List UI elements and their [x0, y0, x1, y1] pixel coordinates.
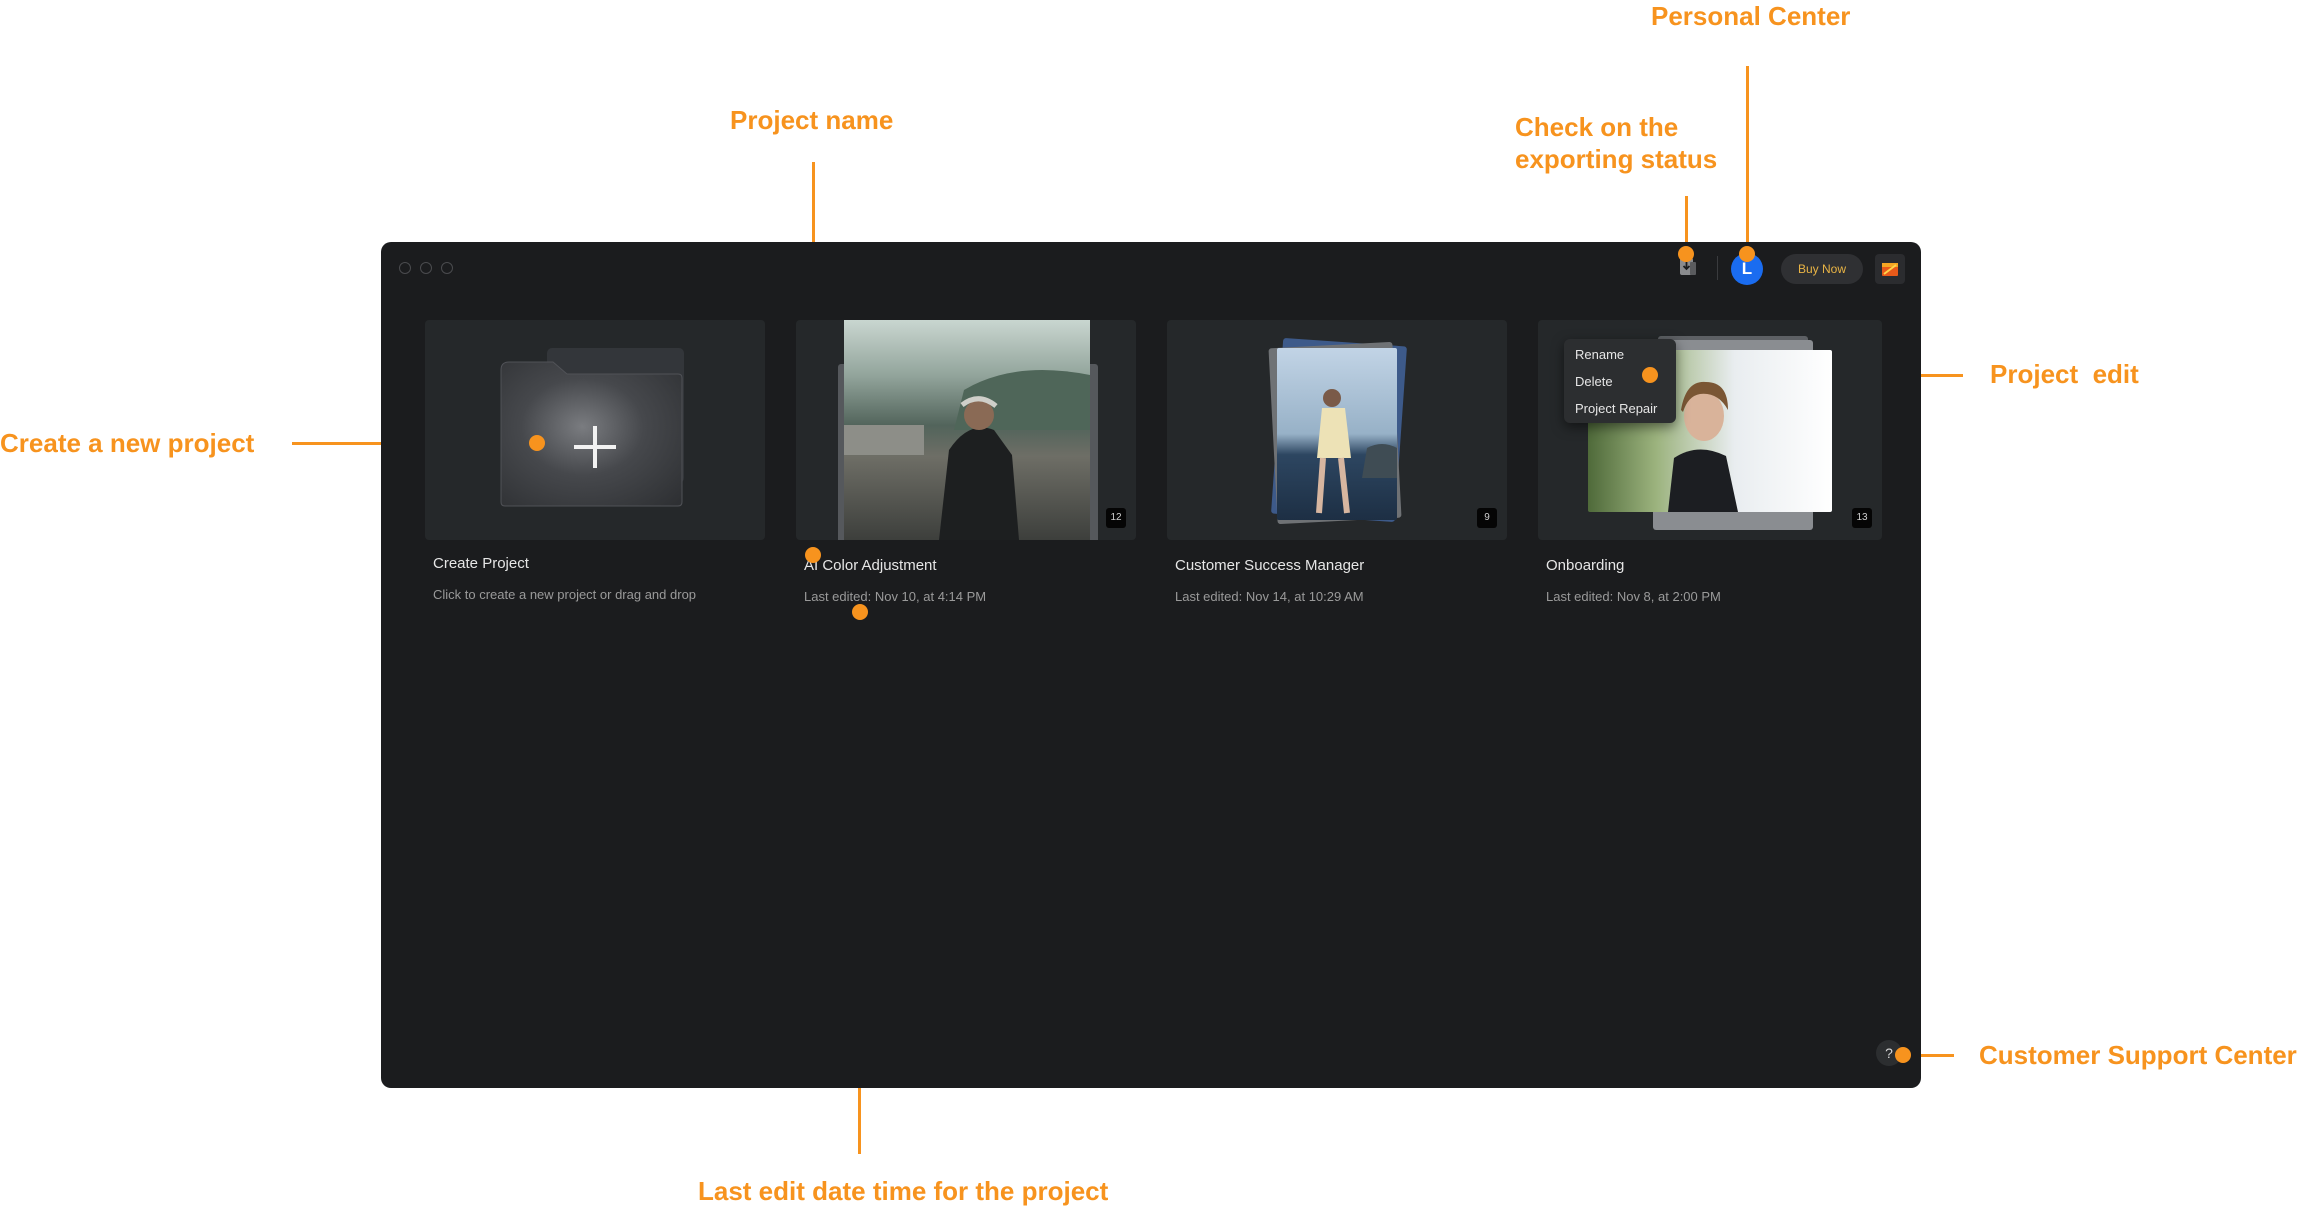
project-card-ai-color-adjustment[interactable]: 12	[796, 320, 1136, 540]
annotation-create-new: Create a new project	[0, 428, 255, 458]
window-minimize-button[interactable]	[420, 262, 432, 274]
header-divider	[1717, 256, 1718, 280]
photo-count-badge: 12	[1106, 508, 1126, 528]
annotation-project-edit: Project edit	[1990, 359, 2139, 389]
marker-create-new	[529, 435, 545, 451]
menu-item-rename[interactable]: Rename	[1575, 347, 1624, 362]
annotation-project-name: Project name	[730, 105, 894, 135]
project-context-menu: Rename Delete Project Repair	[1564, 339, 1676, 423]
photo-count-badge: 9	[1477, 508, 1497, 528]
project-thumbnail-image	[1277, 348, 1397, 520]
project-card-customer-success-manager[interactable]: 9	[1167, 320, 1507, 540]
marker-support-center	[1895, 1047, 1911, 1063]
create-project-subtitle: Click to create a new project or drag an…	[433, 587, 697, 602]
window-close-button[interactable]	[399, 262, 411, 274]
annotation-export-status: Check on the exporting status	[1515, 112, 1718, 174]
project-thumbnail-image	[844, 320, 1090, 540]
photo-count-badge: 13	[1852, 508, 1872, 528]
menu-item-delete[interactable]: Delete	[1575, 374, 1613, 389]
annotation-last-edit: Last edit date time for the project	[698, 1176, 1109, 1206]
project-last-edited: Last edited: Nov 14, at 10:29 AM	[1175, 589, 1364, 604]
marker-project-name	[805, 547, 821, 563]
annotation-personal-center: Personal Center	[1651, 1, 1851, 31]
gift-icon[interactable]	[1875, 254, 1905, 284]
project-name: Onboarding	[1546, 557, 1625, 574]
buy-now-button[interactable]: Buy Now	[1781, 254, 1863, 284]
app-window: L Buy Now Create Project Click to create…	[381, 242, 1921, 1088]
project-name: AI Color Adjustment	[804, 557, 937, 574]
project-last-edited: Last edited: Nov 10, at 4:14 PM	[804, 589, 987, 604]
window-zoom-button[interactable]	[441, 262, 453, 274]
create-project-title: Create Project	[433, 555, 529, 572]
project-name: Customer Success Manager	[1175, 557, 1365, 574]
annotation-support-center: Customer Support Center	[1979, 1040, 2297, 1070]
marker-project-edit	[1642, 367, 1658, 383]
create-project-card[interactable]	[425, 320, 765, 540]
marker-personal-center	[1739, 246, 1755, 262]
leader-line-personal-center	[1746, 66, 1749, 254]
marker-export-status	[1678, 246, 1694, 262]
menu-item-project-repair[interactable]: Project Repair	[1575, 401, 1657, 416]
marker-last-edit	[852, 604, 868, 620]
project-last-edited: Last edited: Nov 8, at 2:00 PM	[1546, 589, 1721, 604]
folder-plus-icon	[500, 348, 684, 507]
